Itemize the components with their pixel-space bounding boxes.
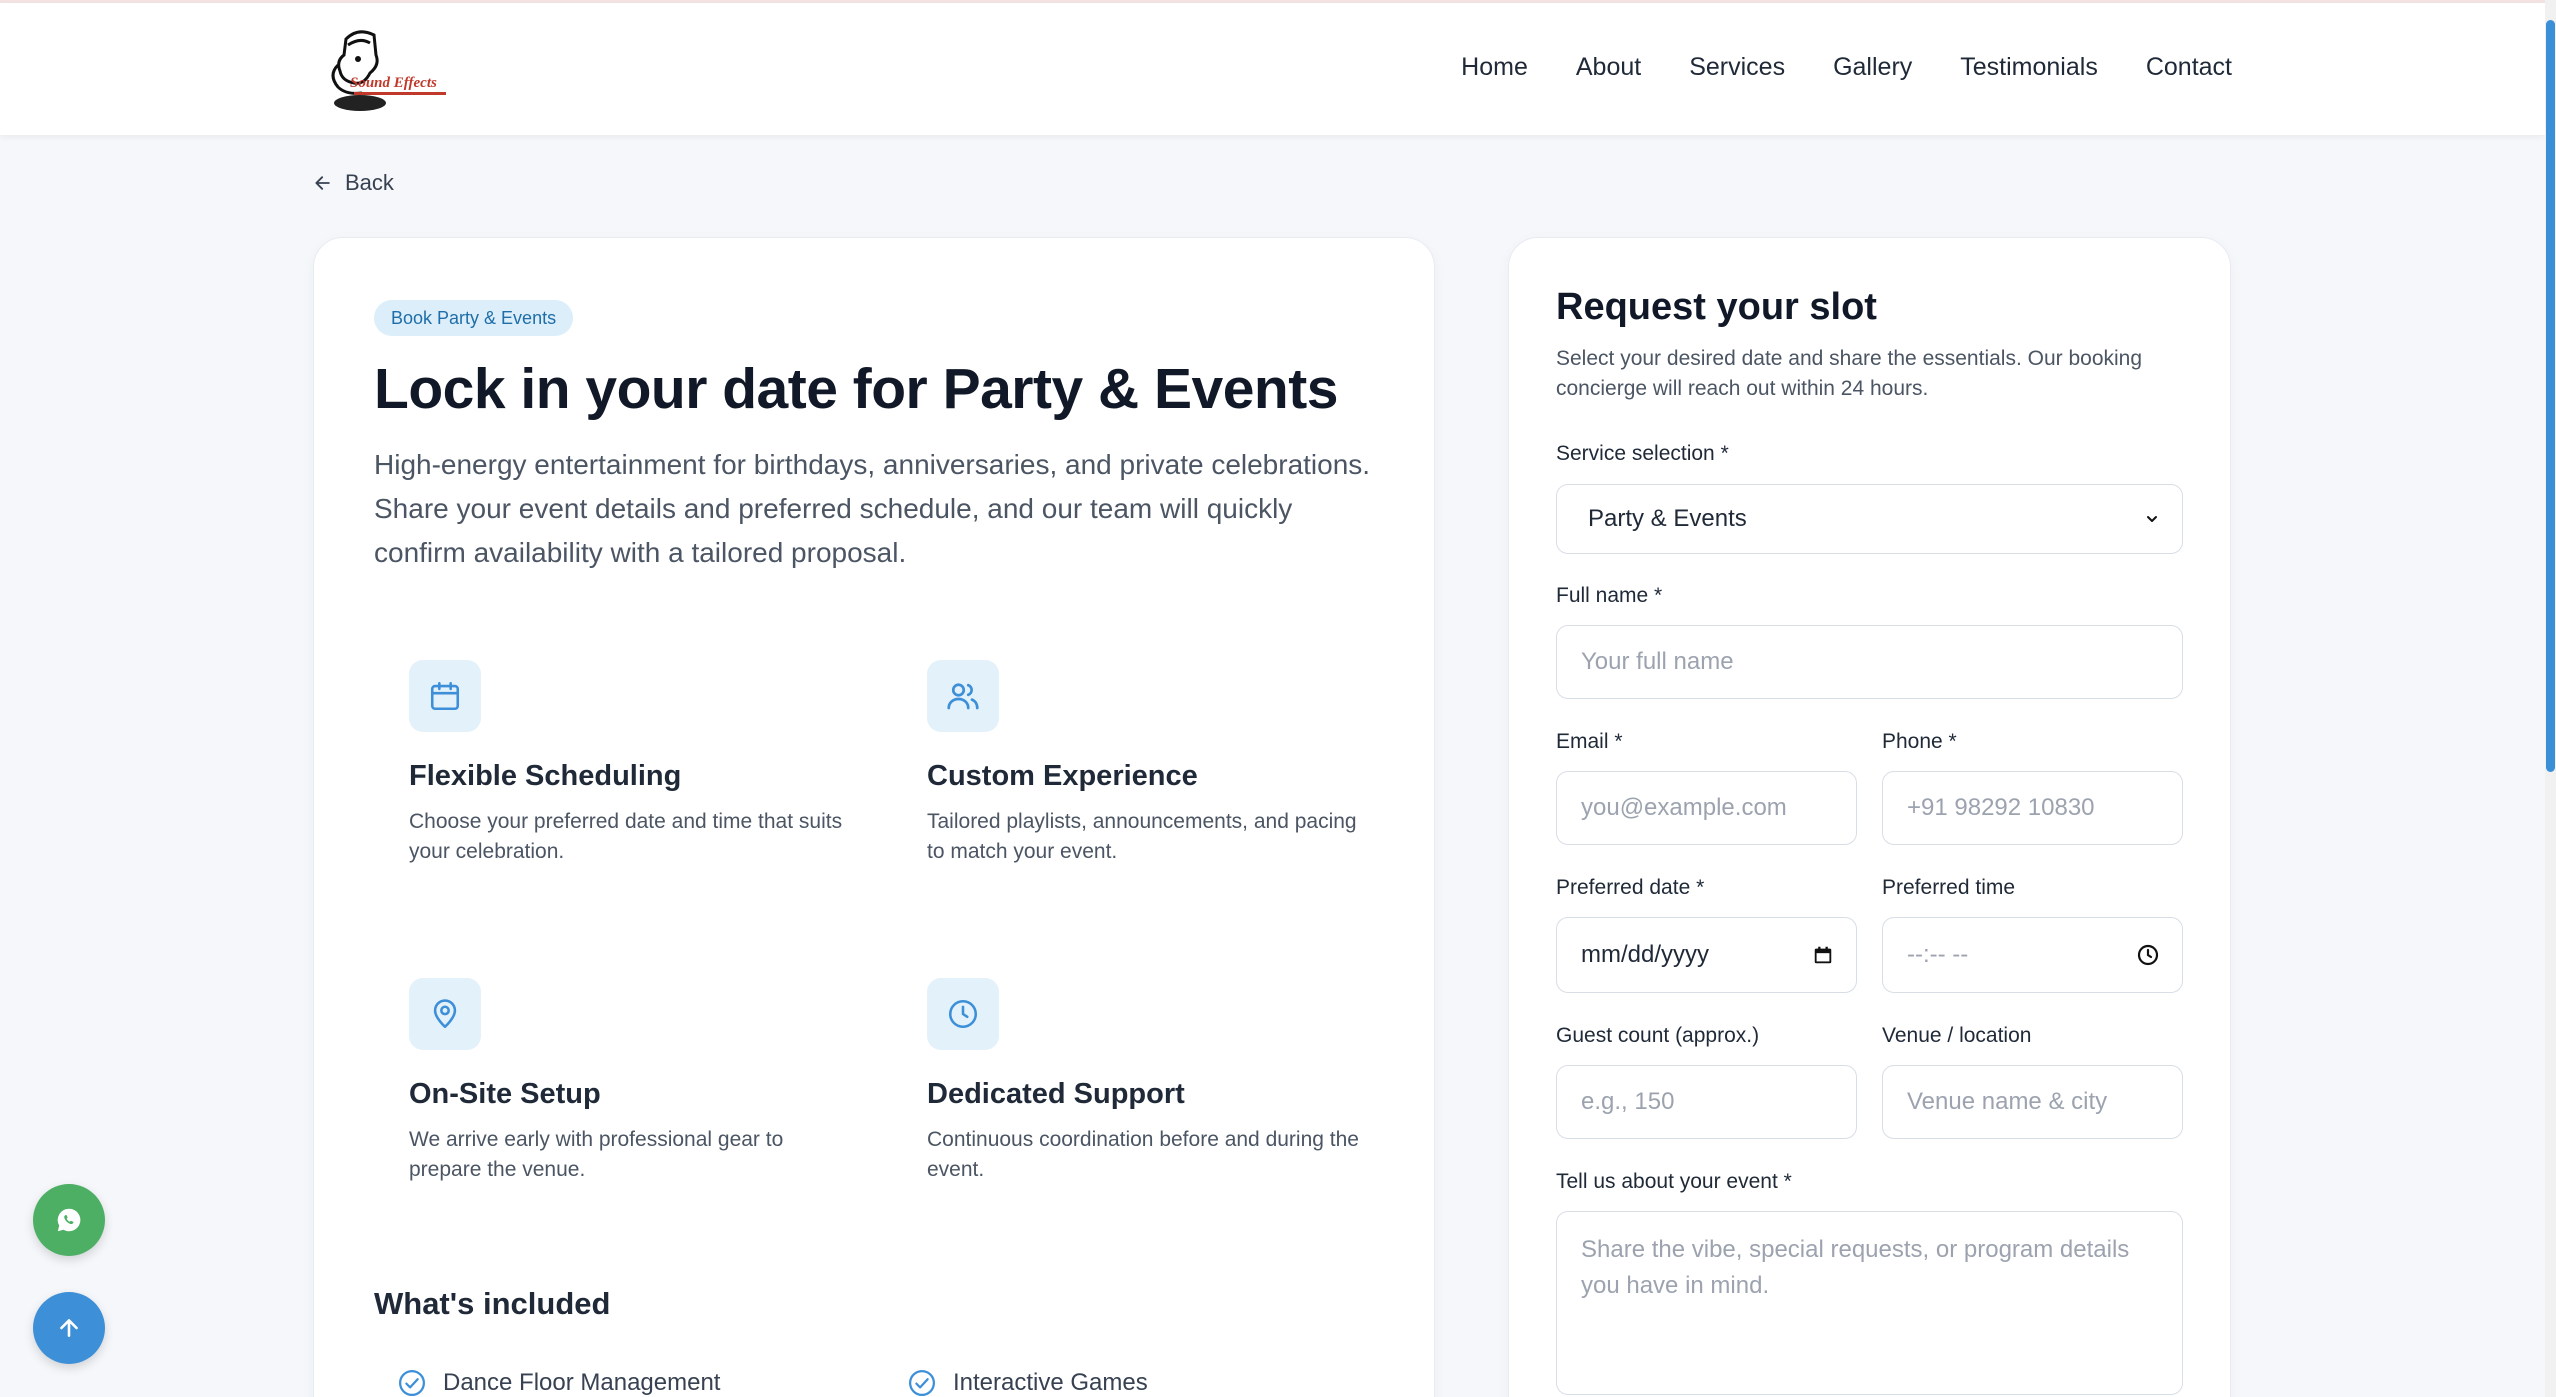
booking-form-card: Request your slot Select your desired da… (1508, 237, 2231, 1397)
check-circle-icon (399, 1370, 425, 1396)
guest-count-input[interactable]: e.g., 150 (1556, 1065, 1857, 1139)
phone-input[interactable]: +91 98292 10830 (1882, 771, 2183, 845)
email-placeholder: you@example.com (1581, 794, 1787, 821)
email-label: Email * (1556, 730, 1623, 753)
nav-gallery[interactable]: Gallery (1833, 53, 1912, 82)
feature-desc: Continuous coordination before and durin… (927, 1128, 1359, 1181)
back-label: Back (345, 170, 394, 195)
scrollbar-thumb[interactable] (2546, 20, 2555, 772)
nav-about[interactable]: About (1576, 53, 1641, 82)
whatsapp-button[interactable] (33, 1184, 105, 1256)
arrow-left-icon (315, 176, 330, 190)
phone-placeholder: +91 98292 10830 (1907, 794, 2095, 821)
event-details-textarea[interactable]: Share the vibe, special requests, or pro… (1556, 1211, 2183, 1395)
feature-title: Flexible Scheduling (409, 760, 682, 792)
full-name-label: Full name * (1556, 584, 1663, 607)
whatsapp-icon (57, 1208, 81, 1232)
included-item: Dance Floor Management (397, 1368, 720, 1397)
check-circle-icon (909, 1370, 935, 1396)
date-placeholder: mm/dd/yyyy (1581, 941, 1710, 968)
calendar-icon[interactable] (1812, 944, 1834, 966)
arrow-up-icon (60, 1319, 78, 1337)
preferred-time-input[interactable]: --:-- -- (1882, 917, 2183, 993)
users-icon (927, 660, 999, 732)
logo-icon: Sound Effects (331, 30, 446, 111)
nav-testimonials[interactable]: Testimonials (1960, 53, 2098, 82)
email-input[interactable]: you@example.com (1556, 771, 1857, 845)
feature-flexible-scheduling: Flexible Scheduling Choose your preferre… (409, 660, 859, 867)
svg-text:Sound Effects: Sound Effects (350, 75, 437, 91)
feature-title: Dedicated Support (927, 1078, 1185, 1110)
feature-title: Custom Experience (927, 760, 1198, 792)
form-title: Request your slot (1556, 286, 1877, 328)
event-details-placeholder: Share the vibe, special requests, or pro… (1581, 1236, 2130, 1299)
time-placeholder: --:-- -- (1907, 941, 1969, 968)
venue-label: Venue / location (1882, 1024, 2032, 1047)
form-description: Select your desired date and share the e… (1556, 347, 2143, 400)
service-select[interactable]: Party & Events (1556, 484, 2183, 554)
included-title: What's included (374, 1286, 611, 1321)
scrollbar[interactable] (2545, 0, 2556, 1397)
preferred-date-label: Preferred date * (1556, 876, 1705, 899)
preferred-time-label: Preferred time (1882, 876, 2016, 899)
intro-text: High-energy entertainment for birthdays,… (374, 449, 1371, 568)
category-badge: Book Party & Events (374, 300, 574, 336)
clock-icon[interactable] (2136, 943, 2160, 967)
clock-icon (927, 978, 999, 1050)
guest-count-label: Guest count (approx.) (1556, 1024, 1760, 1047)
feature-desc: Tailored playlists, announcements, and p… (927, 810, 1357, 863)
service-select-value: Party & Events (1588, 505, 1747, 532)
page-title: Lock in your date for Party & Events (374, 357, 1338, 421)
nav-home[interactable]: Home (1461, 53, 1528, 82)
event-details-label: Tell us about your event * (1556, 1170, 1792, 1193)
included-item-label: Dance Floor Management (443, 1369, 721, 1396)
full-name-input[interactable]: Your full name (1556, 625, 2183, 699)
full-name-placeholder: Your full name (1581, 648, 1734, 675)
feature-desc: Choose your preferred date and time that… (409, 810, 843, 863)
main-nav: Home About Services Gallery Testimonials… (1461, 53, 2232, 82)
event-info-card: Book Party & Events Lock in your date fo… (313, 237, 1435, 1397)
nav-contact[interactable]: Contact (2146, 53, 2232, 82)
feature-title: On-Site Setup (409, 1078, 601, 1110)
feature-dedicated-support: Dedicated Support Continuous coordinatio… (927, 978, 1377, 1185)
feature-desc: We arrive early with professional gear t… (409, 1128, 784, 1181)
included-item: Interactive Games (907, 1368, 1148, 1397)
preferred-date-input[interactable]: mm/dd/yyyy (1556, 917, 1857, 993)
included-item-label: Interactive Games (953, 1369, 1148, 1396)
service-label: Service selection * (1556, 442, 1729, 465)
guest-count-placeholder: e.g., 150 (1581, 1088, 1675, 1115)
venue-placeholder: Venue name & city (1907, 1088, 2108, 1115)
logo[interactable]: Sound Effects (324, 25, 448, 117)
venue-input[interactable]: Venue name & city (1882, 1065, 2183, 1139)
back-link[interactable]: Back (313, 170, 394, 196)
phone-label: Phone * (1882, 730, 1957, 753)
chevron-down-icon (2144, 511, 2160, 527)
nav-services[interactable]: Services (1689, 53, 1785, 82)
calendar-icon (409, 660, 481, 732)
feature-on-site-setup: On-Site Setup We arrive early with profe… (409, 978, 859, 1185)
feature-custom-experience: Custom Experience Tailored playlists, an… (927, 660, 1377, 867)
map-pin-icon (409, 978, 481, 1050)
site-header: Sound Effects Home About Services Galler… (0, 3, 2545, 135)
scroll-to-top-button[interactable] (33, 1292, 105, 1364)
